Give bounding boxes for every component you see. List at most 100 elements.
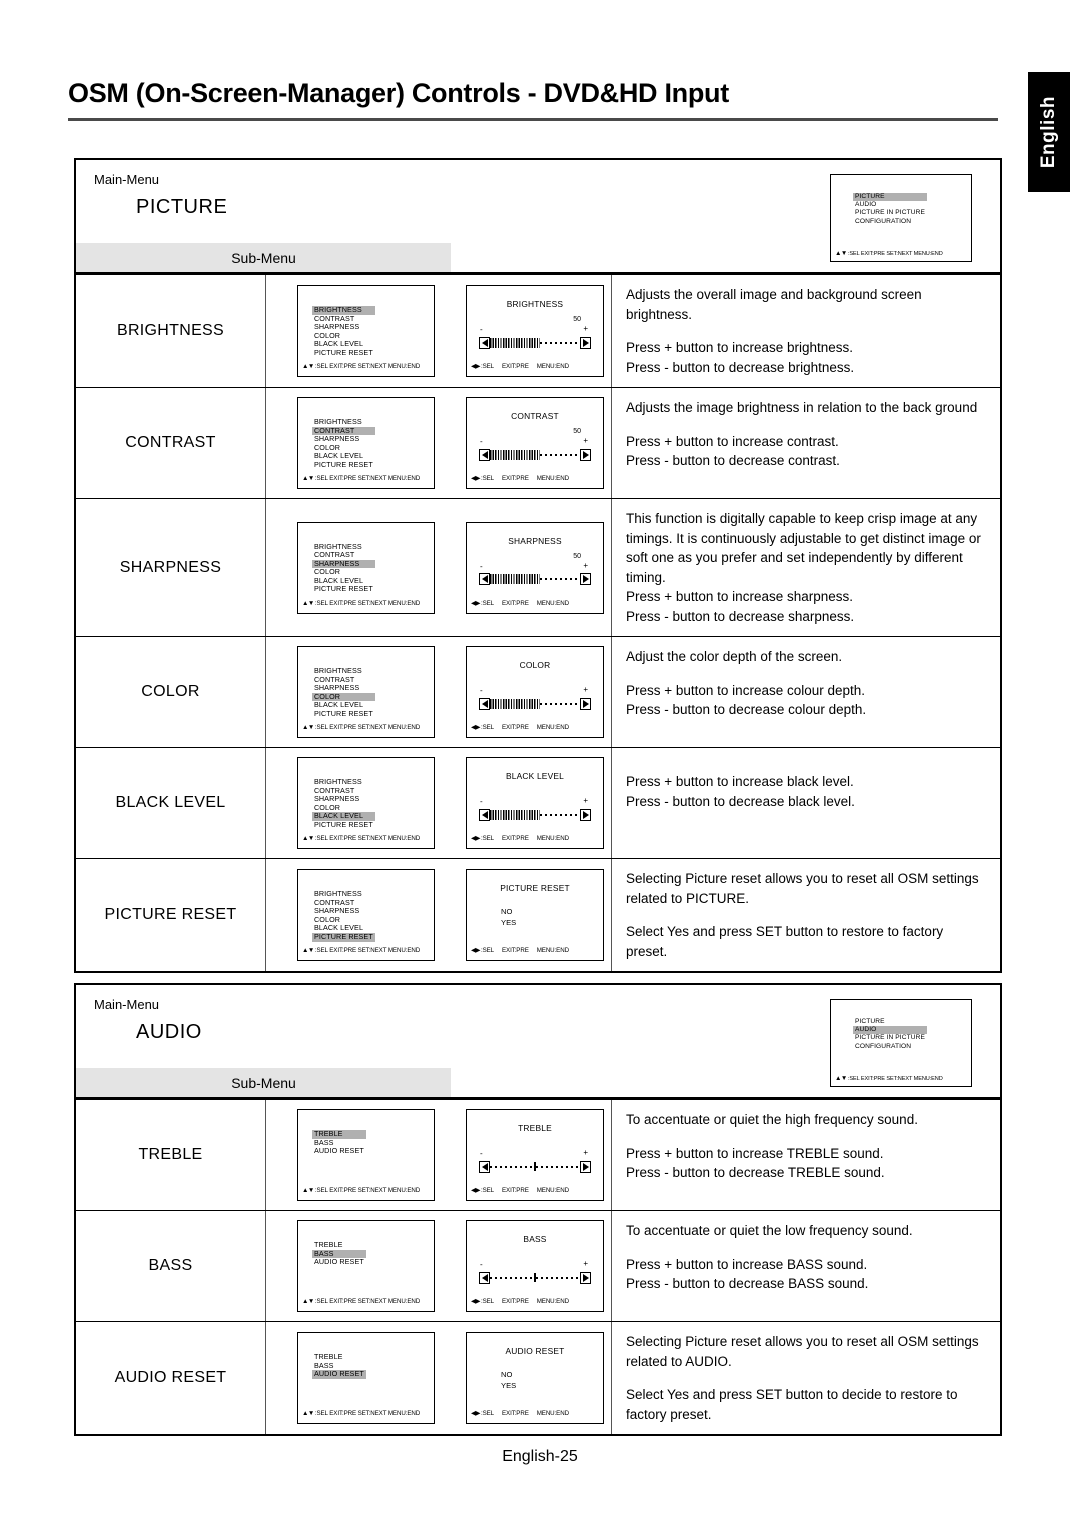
- plus-sign-icon: +: [583, 560, 588, 570]
- description-line-2: Press + button to increase TREBLE sound.: [626, 1145, 884, 1161]
- osm-footer-hint: ▲▼:SEL EXIT:PRE SET:NEXT MENU:END: [302, 600, 431, 609]
- triangle-right-icon: [582, 338, 589, 347]
- slider-increase-button[interactable]: [580, 697, 591, 710]
- slider-decrease-button[interactable]: [479, 573, 490, 585]
- osm-menu-item[interactable]: AUDIO: [853, 201, 927, 209]
- slider-decrease-button[interactable]: [479, 808, 490, 821]
- slider-track[interactable]: [490, 698, 580, 709]
- triangle-right-icon: [582, 450, 589, 459]
- main-menu-thumbnail[interactable]: PICTURE AUDIO PICTURE IN PICTURE CONFIGURAT…: [830, 999, 972, 1087]
- slider-track[interactable]: [490, 337, 580, 348]
- main-menu-name: PICTURE: [136, 196, 228, 218]
- osm-option-yes[interactable]: YES: [501, 917, 516, 928]
- osm-submenu-cell: BRIGHTNESS CONTRAST SHARPNESS COLOR BLACK LE…: [266, 748, 466, 858]
- slider-increase-button[interactable]: [580, 336, 591, 349]
- osm-detail-panel[interactable]: TREBLE - + ◀▶:SEL EXIT:PRE MENU:END: [466, 1109, 604, 1201]
- osm-detail-title: BASS: [523, 1234, 547, 1244]
- osm-detail-panel[interactable]: CONTRAST 50 - + ◀▶:SEL EXIT:PRE MENU:END: [466, 397, 604, 489]
- slider-fill: [490, 574, 540, 584]
- osm-detail-panel[interactable]: SHARPNESS 50 - + ◀▶:SEL EXIT:PRE MENU:END: [466, 521, 604, 614]
- osm-menu-item[interactable]: PICTURE IN PICTURE: [853, 209, 927, 217]
- osm-detail-title: BRIGHTNESS: [506, 299, 564, 309]
- description-gap: [626, 908, 988, 922]
- osm-menu-item[interactable]: AUDIO RESET: [312, 1258, 366, 1267]
- leftright-arrows-icon: ◀▶: [471, 835, 481, 843]
- osm-submenu-panel[interactable]: BRIGHTNESS CONTRAST SHARPNESS COLOR BLACK LE…: [297, 646, 435, 738]
- slider-track[interactable]: [490, 1273, 580, 1283]
- description-line-3: Press - button to decrease brightness.: [626, 359, 855, 375]
- osm-submenu-panel[interactable]: TREBLE BASS AUDIO RESET ▲▼:SEL EXIT:PRE SET…: [297, 1220, 435, 1312]
- osm-submenu-list: TREBLE BASS AUDIO RESET: [312, 1240, 366, 1267]
- osm-submenu-cell: BRIGHTNESS CONTRAST SHARPNESS COLOR BLACK LE…: [266, 859, 466, 971]
- slider-decrease-button[interactable]: [479, 1271, 490, 1284]
- slider-decrease-button[interactable]: [479, 336, 490, 349]
- osm-slider[interactable]: [479, 336, 591, 349]
- osm-menu-item[interactable]: PICTURE RESET: [312, 709, 375, 719]
- slider-increase-button[interactable]: [580, 1271, 591, 1284]
- osm-detail-panel[interactable]: PICTURE RESET NO YES ◀▶:SEL EXIT:PRE MENU:END: [466, 869, 604, 961]
- slider-track[interactable]: [490, 449, 580, 460]
- osm-detail-panel[interactable]: COLOR - + ◀▶:SEL EXIT:PRE MENU:END: [466, 646, 604, 738]
- osm-menu-item[interactable]: PICTURE: [853, 193, 927, 202]
- osm-slider[interactable]: [479, 697, 591, 710]
- osm-slider[interactable]: [479, 1271, 591, 1284]
- osm-footer-hint: ▲▼:SEL EXIT:PRE SET:NEXT MENU:END: [302, 1187, 431, 1196]
- osm-detail-panel[interactable]: AUDIO RESET NO YES ◀▶:SEL EXIT:PRE MENU:END: [466, 1332, 604, 1424]
- osm-menu-item[interactable]: CONFIGURATION: [853, 218, 927, 226]
- osm-detail-panel[interactable]: BRIGHTNESS 50 - + ◀▶:SEL EXIT:PRE MENU:END: [466, 285, 604, 377]
- slider-increase-button[interactable]: [580, 448, 591, 461]
- plus-sign-icon: +: [583, 1259, 588, 1268]
- slider-increase-button[interactable]: [580, 573, 591, 585]
- osm-menu-item[interactable]: CONFIGURATION: [853, 1043, 927, 1051]
- osm-footer-exit: EXIT:PRE: [502, 947, 529, 955]
- minus-sign-icon: -: [480, 1149, 483, 1158]
- osm-submenu-panel[interactable]: BRIGHTNESS CONTRAST SHARPNESS COLOR BLACK LE…: [297, 757, 435, 849]
- osm-menu-item[interactable]: PICTURE RESET: [312, 460, 375, 470]
- minus-sign-icon: -: [480, 561, 483, 571]
- osm-menu-item[interactable]: PICTURE RESET: [312, 932, 375, 942]
- slider-track[interactable]: [490, 1162, 580, 1172]
- osm-submenu-panel[interactable]: BRIGHTNESS CONTRAST SHARPNESS COLOR BLACK LE…: [297, 521, 435, 614]
- description-line-2: Press + button to increase sharpness.: [626, 589, 854, 604]
- osm-menu-item[interactable]: PICTURE IN PICTURE: [853, 1034, 927, 1042]
- osm-slider[interactable]: [479, 1160, 591, 1173]
- minus-sign-icon: -: [480, 797, 483, 806]
- slider-decrease-button[interactable]: [479, 697, 490, 710]
- leftright-arrows-icon: ◀▶: [471, 1410, 481, 1418]
- osm-submenu-panel[interactable]: BRIGHTNESS CONTRAST SHARPNESS COLOR BLACK LE…: [297, 869, 435, 961]
- osm-submenu-panel[interactable]: BRIGHTNESS CONTRAST SHARPNESS COLOR BLACK LE…: [297, 285, 435, 377]
- slider-track[interactable]: [490, 574, 580, 584]
- osm-menu-item[interactable]: PICTURE RESET: [312, 348, 375, 358]
- osm-detail-panel[interactable]: BASS - + ◀▶:SEL EXIT:PRE MENU:END: [466, 1220, 604, 1312]
- osm-submenu-panel[interactable]: TREBLE BASS AUDIO RESET ▲▼:SEL EXIT:PRE SET…: [297, 1332, 435, 1424]
- table-row: BASS TREBLE BASS AUDIO RESET ▲▼:SEL EXIT:PRE…: [76, 1210, 1000, 1321]
- osm-slider[interactable]: [479, 573, 591, 586]
- osm-menu-item[interactable]: PICTURE RESET: [312, 585, 375, 594]
- slider-decrease-button[interactable]: [479, 448, 490, 461]
- osm-menu-item[interactable]: PICTURE RESET: [312, 820, 375, 830]
- main-menu-thumbnail[interactable]: PICTURE AUDIO PICTURE IN PICTURE CONFIGURAT…: [830, 174, 972, 262]
- osm-slider[interactable]: [479, 808, 591, 821]
- osm-menu-item[interactable]: AUDIO RESET: [312, 1370, 366, 1379]
- slider-increase-button[interactable]: [580, 1160, 591, 1173]
- osm-slider[interactable]: [479, 448, 591, 461]
- osm-option-yes[interactable]: YES: [501, 1380, 516, 1391]
- slider-decrease-button[interactable]: [479, 1160, 490, 1173]
- osm-footer-hint: ◀▶:SEL EXIT:PRE MENU:END: [471, 1187, 600, 1196]
- osm-option-no[interactable]: NO: [501, 1369, 516, 1380]
- osm-footer-exit: EXIT:PRE: [502, 835, 529, 843]
- slider-fill: [490, 337, 540, 348]
- osm-submenu-panel[interactable]: TREBLE BASS AUDIO RESET ▲▼:SEL EXIT:PRE SET…: [297, 1109, 435, 1201]
- osm-footer-hint: ◀▶:SEL EXIT:PRE MENU:END: [471, 1410, 600, 1419]
- osm-detail-panel[interactable]: BLACK LEVEL - + ◀▶:SEL EXIT:PRE MENU:END: [466, 757, 604, 849]
- updown-arrows-icon: ▲▼: [302, 475, 314, 483]
- osm-submenu-panel[interactable]: BRIGHTNESS CONTRAST SHARPNESS COLOR BLACK LE…: [297, 397, 435, 489]
- description-line-3: Press - button to decrease sharpness.: [626, 608, 855, 624]
- description-line-3: Press - button to decrease black level.: [626, 793, 855, 809]
- osm-menu-item[interactable]: AUDIO: [853, 1026, 927, 1035]
- osm-option-no[interactable]: NO: [501, 906, 516, 917]
- osm-menu-item[interactable]: PICTURE: [853, 1018, 927, 1026]
- osm-menu-item[interactable]: AUDIO RESET: [312, 1147, 366, 1156]
- slider-increase-button[interactable]: [580, 808, 591, 821]
- slider-track[interactable]: [490, 809, 580, 820]
